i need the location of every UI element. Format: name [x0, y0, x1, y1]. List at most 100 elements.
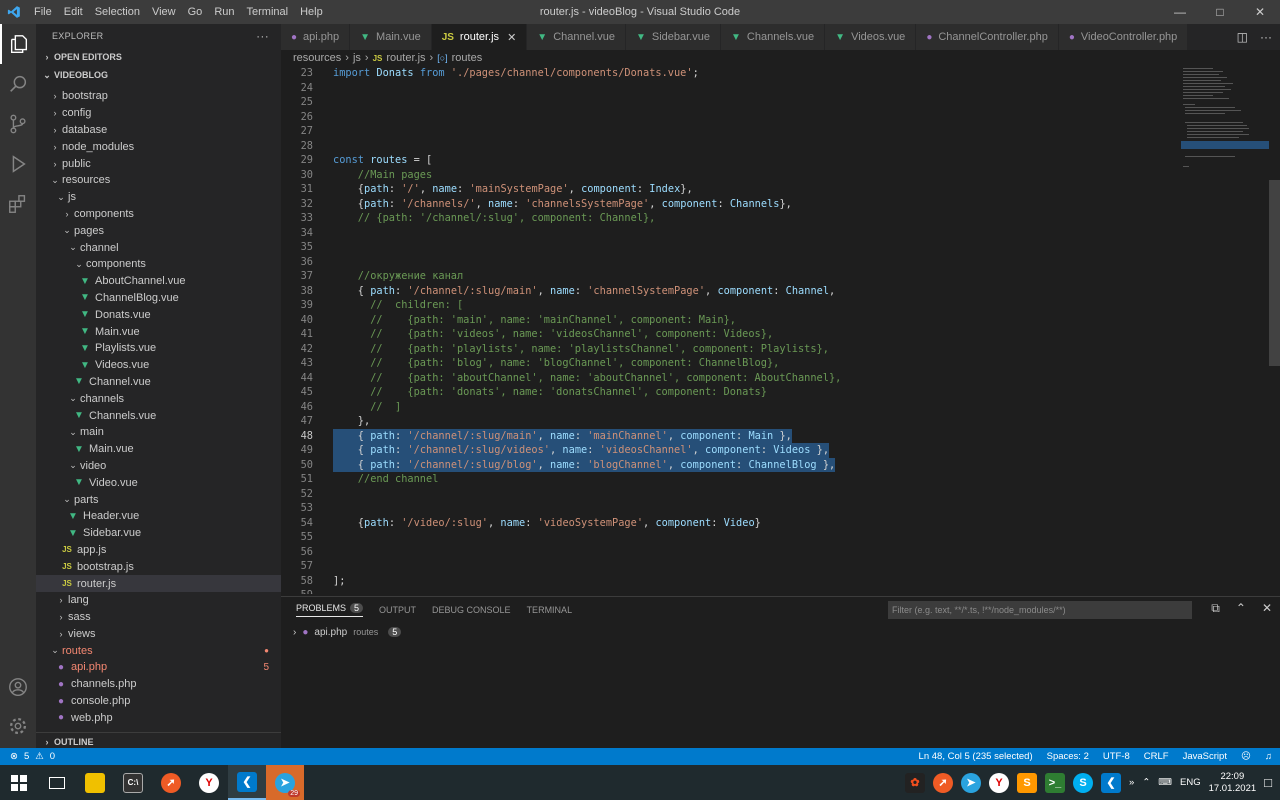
- file-item[interactable]: ▼ Main.vue: [36, 323, 281, 340]
- file-item[interactable]: ▼ Channels.vue: [36, 407, 281, 424]
- problems-filter-input[interactable]: Filter (e.g. text, **/*.ts, !**/node_mod…: [888, 601, 1192, 619]
- folder-item[interactable]: ⌄ js: [36, 189, 281, 206]
- windows-start-icon[interactable]: [0, 765, 38, 800]
- file-item[interactable]: JS app.js: [36, 542, 281, 559]
- terminal-icon[interactable]: >_: [1045, 772, 1066, 793]
- postman-tray-icon[interactable]: ➚: [933, 772, 954, 793]
- file-item[interactable]: ● api.php 5: [36, 659, 281, 676]
- menu-file[interactable]: File: [28, 6, 58, 18]
- indentation[interactable]: Spaces: 2: [1047, 751, 1089, 762]
- folder-item[interactable]: › components: [36, 206, 281, 223]
- outline-section[interactable]: › OUTLINE: [36, 732, 281, 748]
- tray-overflow-icon[interactable]: »: [1129, 777, 1134, 788]
- folder-item[interactable]: › bootstrap: [36, 88, 281, 105]
- folder-item[interactable]: ⌄ pages: [36, 222, 281, 239]
- folder-item[interactable]: ⌄ parts: [36, 491, 281, 508]
- file-item[interactable]: ▼ Donats.vue: [36, 306, 281, 323]
- file-item[interactable]: ▼ Videos.vue: [36, 357, 281, 374]
- tab-sidebar-vue[interactable]: ▼ Sidebar.vue: [625, 24, 721, 50]
- keyboard-icon[interactable]: ⌨: [1158, 777, 1172, 788]
- vscode-tray-icon[interactable]: ❮: [1101, 772, 1122, 793]
- figma-icon[interactable]: ✿: [905, 772, 926, 793]
- problems-status[interactable]: ⊗ 5 ⚠ 0: [0, 751, 55, 762]
- tab-main-vue[interactable]: ▼ Main.vue: [350, 24, 432, 50]
- cursor-position[interactable]: Ln 48, Col 5 (235 selected): [919, 751, 1033, 762]
- postman-icon[interactable]: ➚: [152, 765, 190, 800]
- tab-router-js[interactable]: JS router.js ✕: [431, 24, 528, 50]
- file-item[interactable]: ▼ Playlists.vue: [36, 340, 281, 357]
- folder-item[interactable]: ⌄ components: [36, 256, 281, 273]
- problem-file-row[interactable]: › ● api.php routes 5: [281, 623, 1280, 641]
- source-control-icon[interactable]: [0, 104, 36, 144]
- folder-item[interactable]: ⌄ channel: [36, 239, 281, 256]
- file-item[interactable]: ▼ ChannelBlog.vue: [36, 290, 281, 307]
- menu-terminal[interactable]: Terminal: [241, 6, 295, 18]
- extensions-icon[interactable]: [0, 184, 36, 224]
- file-item[interactable]: JS bootstrap.js: [36, 558, 281, 575]
- folder-item[interactable]: › node_modules: [36, 138, 281, 155]
- skype-icon[interactable]: S: [1073, 772, 1094, 793]
- sublime-text-icon[interactable]: S: [1017, 772, 1038, 793]
- split-editor-icon[interactable]: ◫: [1237, 30, 1248, 44]
- file-item[interactable]: ▼ AboutChannel.vue: [36, 273, 281, 290]
- tab-videos-vue[interactable]: ▼ Videos.vue: [825, 24, 917, 50]
- file-item[interactable]: ▼ Header.vue: [36, 508, 281, 525]
- tab-channels-vue[interactable]: ▼ Channels.vue: [720, 24, 826, 50]
- menu-help[interactable]: Help: [294, 6, 329, 18]
- breadcrumb-item[interactable]: js: [353, 52, 361, 64]
- breadcrumb-item[interactable]: router.js: [386, 52, 425, 64]
- maximize-button[interactable]: □: [1200, 0, 1240, 24]
- action-center-icon[interactable]: □: [1264, 775, 1272, 790]
- close-window-button[interactable]: ✕: [1240, 0, 1280, 24]
- telegram-tray-icon[interactable]: ➤: [961, 772, 982, 793]
- folder-item[interactable]: ⌄ channels: [36, 390, 281, 407]
- folder-item[interactable]: › views: [36, 626, 281, 643]
- folder-item[interactable]: › sass: [36, 609, 281, 626]
- input-language[interactable]: ENG: [1180, 777, 1201, 788]
- panel-tab-problems[interactable]: PROBLEMS 5: [296, 603, 364, 617]
- task-view-icon[interactable]: [38, 765, 76, 800]
- folder-item[interactable]: › public: [36, 155, 281, 172]
- search-icon[interactable]: [0, 64, 36, 104]
- feedback-icon[interactable]: ☹: [1241, 751, 1251, 762]
- file-item[interactable]: ▼ Video.vue: [36, 474, 281, 491]
- notifications-bell-icon[interactable]: ♫: [1265, 751, 1272, 762]
- folder-item[interactable]: › config: [36, 105, 281, 122]
- explorer-icon[interactable]: [0, 24, 36, 64]
- vscode-taskbar-icon[interactable]: ❮: [228, 765, 266, 800]
- folder-item[interactable]: ⌄ video: [36, 458, 281, 475]
- close-tab-icon[interactable]: ✕: [507, 31, 516, 44]
- file-explorer-icon[interactable]: [76, 765, 114, 800]
- close-panel-icon[interactable]: ✕: [1262, 601, 1272, 616]
- tab-api-php[interactable]: ● api.php: [281, 24, 351, 50]
- run-debug-icon[interactable]: [0, 144, 36, 184]
- show-hidden-icons-icon[interactable]: ⌃: [1142, 777, 1150, 788]
- file-item[interactable]: ● console.php: [36, 693, 281, 710]
- yandex-browser-icon[interactable]: Y: [190, 765, 228, 800]
- menu-run[interactable]: Run: [208, 6, 240, 18]
- line-ending[interactable]: CRLF: [1144, 751, 1169, 762]
- breadcrumb-item[interactable]: resources: [293, 52, 341, 64]
- minimap[interactable]: [1181, 66, 1269, 594]
- cmd-icon[interactable]: C:\: [114, 765, 152, 800]
- collapse-all-icon[interactable]: ⧉: [1211, 601, 1220, 616]
- folder-item[interactable]: ⌄ main: [36, 424, 281, 441]
- breadcrumb-item[interactable]: routes: [452, 52, 483, 64]
- telegram-taskbar-icon[interactable]: ➤ 29: [266, 765, 304, 800]
- file-item[interactable]: ● web.php: [36, 709, 281, 726]
- tab-more-actions-icon[interactable]: ···: [1260, 30, 1272, 44]
- code-editor[interactable]: 23 import Donats from './pages/channel/co…: [281, 66, 1181, 594]
- file-item[interactable]: ▼ Sidebar.vue: [36, 525, 281, 542]
- yandex-tray-icon[interactable]: Y: [989, 772, 1010, 793]
- folder-item[interactable]: › lang: [36, 592, 281, 609]
- file-item[interactable]: ▼ Main.vue: [36, 441, 281, 458]
- maximize-panel-icon[interactable]: ⌃: [1236, 601, 1246, 616]
- menu-edit[interactable]: Edit: [58, 6, 89, 18]
- file-item[interactable]: JS router.js: [36, 575, 281, 592]
- file-item[interactable]: ● channels.php: [36, 676, 281, 693]
- folder-item[interactable]: › database: [36, 122, 281, 139]
- encoding[interactable]: UTF-8: [1103, 751, 1130, 762]
- menu-selection[interactable]: Selection: [89, 6, 146, 18]
- more-actions-icon[interactable]: ···: [256, 29, 269, 43]
- language-mode[interactable]: JavaScript: [1183, 751, 1227, 762]
